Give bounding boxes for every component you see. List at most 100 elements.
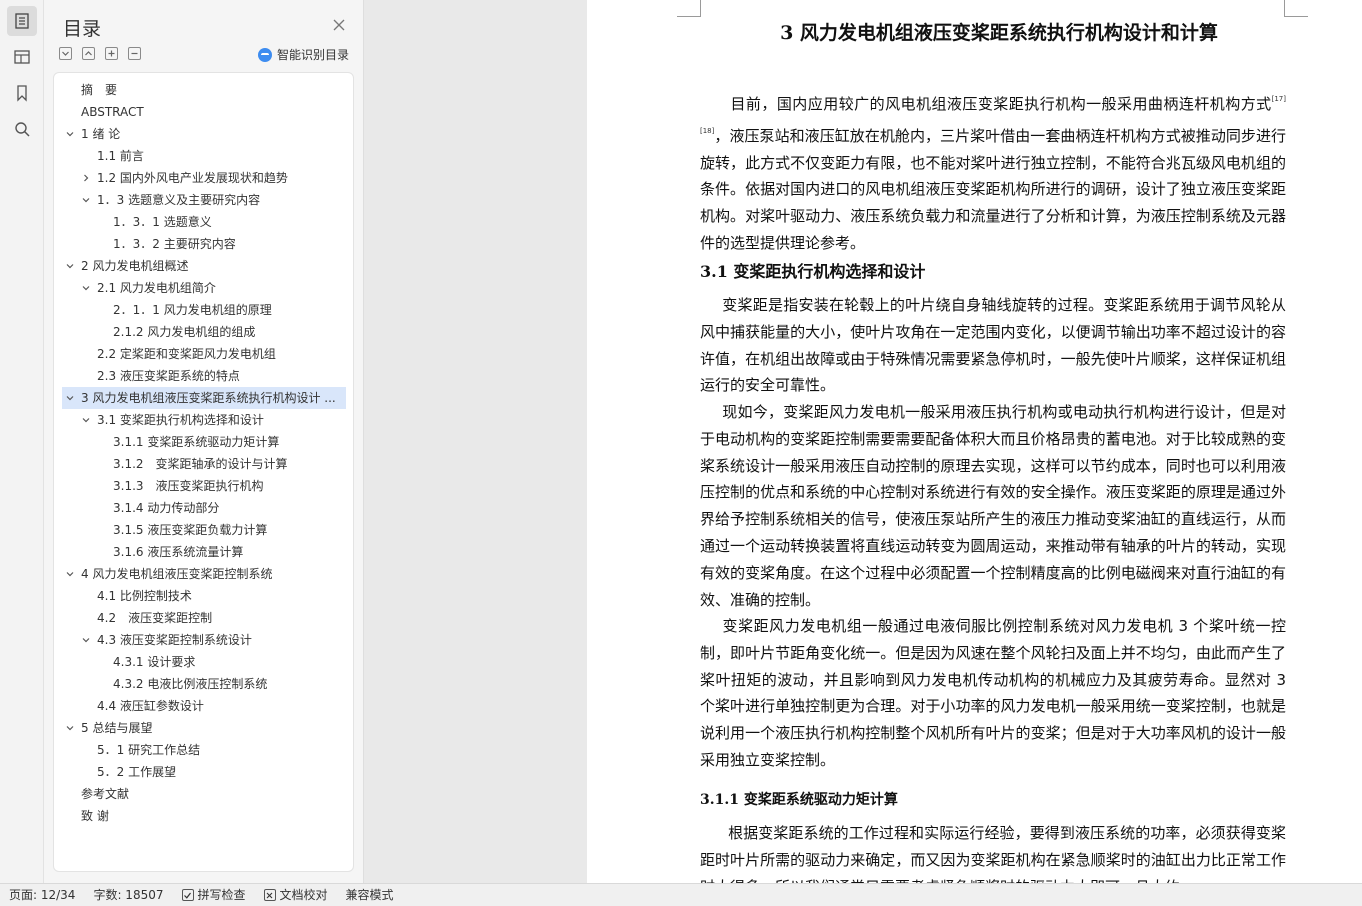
toc-item-label: 1 绪 论 <box>81 127 121 141</box>
spell-check-label: 拼写检查 <box>197 887 246 902</box>
toc-item-label: 致 谢 <box>81 809 109 823</box>
spell-check-button[interactable]: 拼写检查 <box>173 884 255 906</box>
checkbox-icon <box>181 889 194 901</box>
toc-item-label: 4.3.2 电液比例液压控制系统 <box>113 677 268 691</box>
toc-item-label: 2.1.2 风力发电机组的组成 <box>113 325 256 339</box>
bookmark-icon[interactable] <box>7 78 37 108</box>
toc-item[interactable]: 4.3.1 设计要求 <box>62 651 346 673</box>
toc-item[interactable]: 1.2 国内外风电产业发展现状和趋势 <box>62 167 346 189</box>
chevron-down-icon[interactable] <box>82 636 90 644</box>
toc-item-label: 4.4 液压缸参数设计 <box>97 699 204 713</box>
word-count[interactable]: 字数: 18507 <box>84 884 172 906</box>
document-page[interactable]: 3 风力发电机组液压变桨距系统执行机构设计和计算 目前，国内应用较广的风电机组液… <box>587 0 1362 883</box>
toc-item[interactable]: 3.1 变桨距执行机构选择和设计 <box>62 409 346 431</box>
toc-item[interactable]: 1.1 前言 <box>62 145 346 167</box>
toc-item[interactable]: 4.2 液压变桨距控制 <box>62 607 346 629</box>
toc-item[interactable]: 4.3.2 电液比例液压控制系统 <box>62 673 346 695</box>
toc-item[interactable]: 参考文献 <box>62 783 346 805</box>
collapse-all-icon[interactable] <box>59 47 72 60</box>
toc-item[interactable]: 3.1.6 液压系统流量计算 <box>62 541 346 563</box>
toc-item-label: 3.1.2 变桨距轴承的设计与计算 <box>113 457 288 471</box>
toc-item-label: 2.2 定桨距和变桨距风力发电机组 <box>97 347 276 361</box>
toc-item-label: 1．3．2 主要研究内容 <box>113 237 236 251</box>
remove-icon[interactable] <box>128 47 141 60</box>
page-indicator[interactable]: 页面: 12/34 <box>0 884 84 906</box>
toc-item[interactable]: 4.1 比例控制技术 <box>62 585 346 607</box>
expand-up-icon[interactable] <box>82 47 95 60</box>
toc-item[interactable]: 3.1.4 动力传动部分 <box>62 497 346 519</box>
paragraph-4-text: 变桨距风力发电机组一般通过电液伺服比例控制系统对风力发电机 3 个桨叶统一控制，… <box>700 617 1286 769</box>
smart-toc-button[interactable]: 智能识别目录 <box>257 46 349 63</box>
chevron-down-icon[interactable] <box>82 284 90 292</box>
paragraph-3-text: 现如今，变桨距风力发电机一般采用液压执行机构或电动执行机构进行设计，但是对于电动… <box>700 403 1286 609</box>
toc-item[interactable]: 4.3 液压变桨距控制系统设计 <box>62 629 346 651</box>
toc-item[interactable]: 3.1.2 变桨距轴承的设计与计算 <box>62 453 346 475</box>
toc-item[interactable]: 3.1.5 液压变桨距负载力计算 <box>62 519 346 541</box>
add-icon[interactable] <box>105 47 118 60</box>
toc-item-label: 摘 要 <box>81 83 118 97</box>
toc-item-label: 2.1 风力发电机组简介 <box>97 281 216 295</box>
toc-item-label: 3.1.6 液压系统流量计算 <box>113 545 244 559</box>
chevron-down-icon[interactable] <box>82 416 90 424</box>
toc-item-label: 2 风力发电机组概述 <box>81 259 189 273</box>
toc-item[interactable]: 2 风力发电机组概述 <box>62 255 346 277</box>
left-icon-strip <box>0 0 44 883</box>
toc-item-label: 参考文献 <box>81 787 130 801</box>
page-count: 页面: 12/34 <box>9 887 76 902</box>
toc-item[interactable]: 1．3．2 主要研究内容 <box>62 233 346 255</box>
toc-icon[interactable] <box>7 6 37 36</box>
toc-item-label: ABSTRACT <box>81 105 144 119</box>
chevron-down-icon[interactable] <box>66 394 74 402</box>
paragraph-1-text-a: 目前，国内应用较广的风电机组液压变桨距执行机构一般采用曲柄连杆机构方式 <box>730 95 1272 113</box>
toc-item-label: 4.3.1 设计要求 <box>113 655 196 669</box>
toc-item[interactable]: 2．1．1 风力发电机组的原理 <box>62 299 346 321</box>
toc-item[interactable]: 3.1.1 变桨距系统驱动力矩计算 <box>62 431 346 453</box>
toc-item[interactable]: 3 风力发电机组液压变桨距系统执行机构设计 ... <box>62 387 346 409</box>
toc-item-label: 1．3 选题意义及主要研究内容 <box>97 193 261 207</box>
page-corner-mark <box>1284 0 1308 17</box>
toc-item[interactable]: 5 总结与展望 <box>62 717 346 739</box>
toc-item[interactable]: 5．1 研究工作总结 <box>62 739 346 761</box>
toc-item-label: 1.2 国内外风电产业发展现状和趋势 <box>97 171 288 185</box>
toc-item-label: 2．1．1 风力发电机组的原理 <box>113 303 272 317</box>
toc-item[interactable]: 致 谢 <box>62 805 346 827</box>
toc-item[interactable]: ABSTRACT <box>62 101 346 123</box>
toc-item[interactable]: 2.1 风力发电机组简介 <box>62 277 346 299</box>
page-corner-mark <box>677 0 701 17</box>
toc-panel: 目录 智能识别目录 摘 要 ABSTRACT 1 绪 论 1.1 前言 1.2 国内外风… <box>44 0 364 883</box>
toc-item[interactable]: 1．3．1 选题意义 <box>62 211 346 233</box>
toc-item[interactable]: 1 绪 论 <box>62 123 346 145</box>
chevron-down-icon[interactable] <box>66 130 74 138</box>
toc-item-label: 1.1 前言 <box>97 149 144 163</box>
chevron-right-icon[interactable] <box>82 174 90 182</box>
search-icon[interactable] <box>7 114 37 144</box>
toc-item[interactable]: 2.1.2 风力发电机组的组成 <box>62 321 346 343</box>
chevron-down-icon[interactable] <box>66 262 74 270</box>
toc-item[interactable]: 1．3 选题意义及主要研究内容 <box>62 189 346 211</box>
proofread-label: 文档校对 <box>279 887 328 902</box>
section-heading: 3.1 变桨距执行机构选择和设计 <box>700 262 926 281</box>
toc-toolbar <box>59 47 141 60</box>
paragraph-5-text: 根据变桨距系统的工作过程和实际运行经验，要得到液压系统的功率，必须获得变桨距时叶… <box>700 824 1286 883</box>
toc-tree: 摘 要 ABSTRACT 1 绪 论 1.1 前言 1.2 国内外风电产业发展现状和趋势… <box>62 79 346 827</box>
smart-toc-label: 智能识别目录 <box>276 48 349 62</box>
proofread-button[interactable]: 文档校对 <box>255 884 337 906</box>
chapter-heading: 3 风力发电机组液压变桨距系统执行机构设计和计算 <box>780 22 1218 44</box>
toc-item-label: 4.1 比例控制技术 <box>97 589 192 603</box>
toc-item-label: 3.1.1 变桨距系统驱动力矩计算 <box>113 435 280 449</box>
compat-mode[interactable]: 兼容模式 <box>337 884 403 906</box>
toc-item[interactable]: 4.4 液压缸参数设计 <box>62 695 346 717</box>
chevron-down-icon[interactable] <box>66 724 74 732</box>
toc-item-label: 3.1.3 液压变桨距执行机构 <box>113 479 264 493</box>
chevron-down-icon[interactable] <box>66 570 74 578</box>
outline-icon[interactable] <box>7 42 37 72</box>
toc-item[interactable]: 2.2 定桨距和变桨距风力发电机组 <box>62 343 346 365</box>
toc-item[interactable]: 摘 要 <box>62 79 346 101</box>
chevron-down-icon[interactable] <box>82 196 90 204</box>
toc-item[interactable]: 5．2 工作展望 <box>62 761 346 783</box>
toc-item-label: 4 风力发电机组液压变桨距控制系统 <box>81 567 273 581</box>
close-icon[interactable] <box>331 17 347 33</box>
toc-item[interactable]: 3.1.3 液压变桨距执行机构 <box>62 475 346 497</box>
toc-item[interactable]: 4 风力发电机组液压变桨距控制系统 <box>62 563 346 585</box>
toc-item[interactable]: 2.3 液压变桨距系统的特点 <box>62 365 346 387</box>
